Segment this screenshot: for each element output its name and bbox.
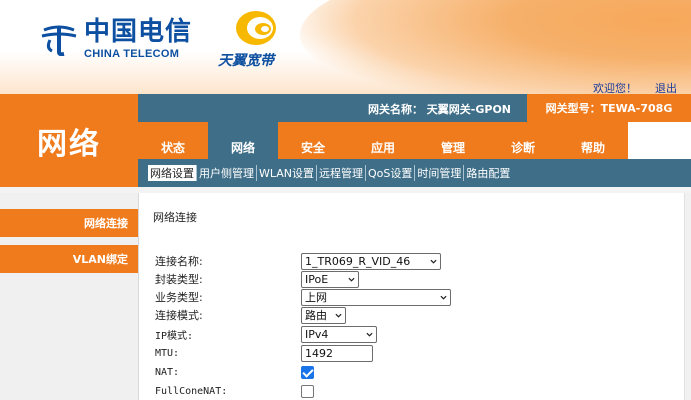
fullcone-nat-label: FullConeNAT: [155,385,228,397]
ip-mode-label: IP模式: [155,330,194,342]
row-ip-mode: IP模式: IPv4 [155,325,377,343]
row-mtu: MTU: 1492 [155,344,373,362]
fullcone-nat-checkbox[interactable] [301,384,314,398]
nat-label: NAT: [155,366,180,378]
top-links: 欢迎您！ 退出 [593,80,677,94]
row-service-type: 业务类型: 上网 [155,288,451,306]
tab-network[interactable]: 网络 [208,122,278,159]
row-encapsulation: 封装类型: IPoE [155,270,359,288]
row-connection-mode: 连接模式: 路由 [155,306,346,324]
china-telecom-emblem-icon [40,22,78,57]
brand-chinese-name: 中国电信 [84,17,193,47]
chevron-down-icon [335,313,342,318]
service-type-select[interactable]: 上网 [301,288,451,306]
subnav-route-config[interactable]: 路由配置 [464,165,512,181]
chevron-down-icon [348,277,355,282]
tianyi-broadband-logo: 天翼宽带 [218,8,290,69]
mtu-input[interactable]: 1492 [301,344,373,362]
gateway-model: 网关型号：TEWA-708G [527,94,691,122]
nat-checkbox[interactable] [301,365,314,379]
china-telecom-logo: 中国电信 CHINA TELECOM [40,18,192,60]
row-fullcone-nat: FullConeNAT: [155,382,314,400]
ip-mode-value: IPv4 [305,327,329,341]
subnav-remote-management[interactable]: 远程管理 [317,165,367,181]
content-title: 网络连接 [153,211,197,224]
subnav-network-settings[interactable]: 网络设置 [148,165,197,181]
tab-status[interactable]: 状态 [138,122,208,159]
menu-item-vlan-binding[interactable]: VLAN绑定 [0,245,138,273]
section-title: 网络 [0,94,138,187]
tianyi-swirl-icon [236,11,276,45]
tab-application[interactable]: 应用 [348,122,418,159]
header: 中国电信 CHINA TELECOM 天翼宽带 欢迎您！ 退出 [0,0,691,94]
gateway-info-bar: 网关名称： 天翼网关-GPON 网关型号：TEWA-708G [138,94,691,122]
chevron-down-icon [430,259,437,264]
subnav-user-side-management[interactable]: 用户侧管理 [197,165,257,181]
brand-english-name: CHINA TELECOM [84,48,180,60]
left-menu: 网络连接 VLAN绑定 [0,193,138,400]
subnav-time-management[interactable]: 时间管理 [415,165,465,181]
chevron-down-icon [366,332,373,337]
menu-item-network-connection[interactable]: 网络连接 [0,209,138,237]
welcome-link[interactable]: 欢迎您！ [593,80,637,94]
tab-diagnostics[interactable]: 诊断 [488,122,558,159]
scrollbar[interactable] [684,193,691,400]
connection-mode-select[interactable]: 路由 [301,306,346,324]
tab-management[interactable]: 管理 [418,122,488,159]
mtu-label: MTU: [155,347,180,359]
subnav-qos-settings[interactable]: QoS设置 [366,165,416,181]
connection-mode-value: 路由 [305,309,327,322]
tab-security[interactable]: 安全 [278,122,348,159]
service-type-label: 业务类型: [155,291,203,304]
tab-help[interactable]: 帮助 [558,122,628,159]
encapsulation-select[interactable]: IPoE [301,270,359,288]
connection-name-value: 1_TR069_R_VID_46 [305,254,411,268]
service-type-value: 上网 [305,291,327,304]
sub-nav: 网络设置 用户侧管理 WLAN设置 远程管理 QoS设置 时间管理 路由配置 [138,159,691,187]
encapsulation-label: 封装类型: [155,273,203,286]
row-connection-name: 连接名称: 1_TR069_R_VID_46 [155,252,441,270]
logout-link[interactable]: 退出 [655,80,677,94]
connection-name-label: 连接名称: [155,255,203,268]
connection-name-select[interactable]: 1_TR069_R_VID_46 [301,252,441,270]
connection-mode-label: 连接模式: [155,309,203,322]
tianyi-label: 天翼宽带 [218,53,274,69]
content-panel: 网络连接 连接名称: 1_TR069_R_VID_46 封装类型: IPoE 业… [138,193,691,400]
main-nav: 状态 网络 安全 应用 管理 诊断 帮助 [138,122,691,159]
row-nat: NAT: [155,363,314,381]
gateway-name: 网关名称： 天翼网关-GPON [367,103,511,116]
subnav-wlan-settings[interactable]: WLAN设置 [257,165,318,181]
chevron-down-icon [440,295,447,300]
encapsulation-value: IPoE [305,272,329,286]
ip-mode-select[interactable]: IPv4 [301,325,377,343]
